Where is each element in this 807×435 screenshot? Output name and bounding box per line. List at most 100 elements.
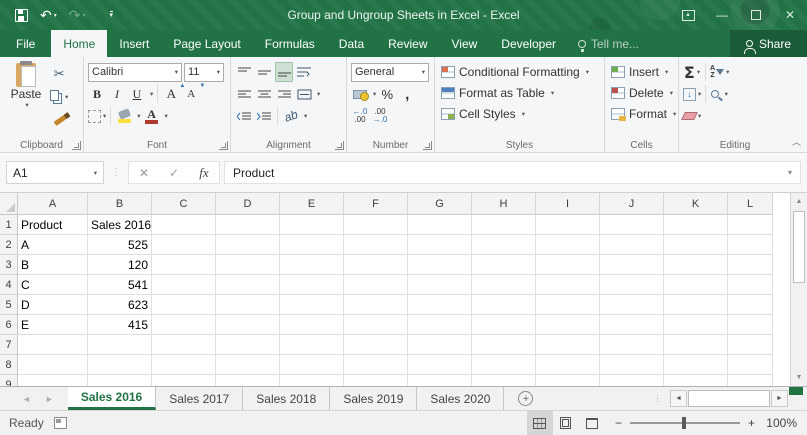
column-header-d[interactable]: D [216, 193, 280, 215]
ribbon-display-options-button[interactable]: ▴ [671, 0, 705, 30]
cell-A1[interactable]: Product [18, 215, 88, 235]
cell-I5[interactable] [536, 295, 600, 315]
cell-F8[interactable] [344, 355, 408, 375]
borders-button[interactable]: ▾ [88, 106, 106, 126]
cell-D7[interactable] [216, 335, 280, 355]
format-painter-button[interactable] [50, 110, 68, 130]
cell-styles-button[interactable]: Cell Styles▾ [439, 103, 601, 124]
cell-H7[interactable] [472, 335, 536, 355]
align-center-button[interactable] [255, 84, 273, 104]
cell-L1[interactable] [728, 215, 773, 235]
tab-view[interactable]: View [440, 30, 490, 57]
format-cells-button[interactable]: Format▾ [609, 103, 675, 124]
cell-L3[interactable] [728, 255, 773, 275]
cell-F5[interactable] [344, 295, 408, 315]
cell-L6[interactable] [728, 315, 773, 335]
comma-style-button[interactable]: , [398, 84, 416, 104]
cell-H1[interactable] [472, 215, 536, 235]
sheet-nav-right-icon[interactable]: ► [45, 394, 54, 404]
cell-F2[interactable] [344, 235, 408, 255]
sheet-tab-sales-2018[interactable]: Sales 2018 [243, 387, 330, 410]
formula-expand-icon[interactable]: ▾ [788, 168, 792, 177]
cell-I7[interactable] [536, 335, 600, 355]
cell-A4[interactable]: C [18, 275, 88, 295]
scroll-down-icon[interactable]: ▼ [791, 369, 807, 386]
font-dialog-launcher[interactable] [219, 141, 228, 150]
number-dialog-launcher[interactable] [423, 141, 432, 150]
cell-A2[interactable]: A [18, 235, 88, 255]
insert-cells-button[interactable]: Insert▾ [609, 61, 675, 82]
cell-A9[interactable] [18, 375, 88, 386]
zoom-out-button[interactable]: − [615, 416, 622, 430]
cell-H5[interactable] [472, 295, 536, 315]
cell-J1[interactable] [600, 215, 664, 235]
cell-K4[interactable] [664, 275, 728, 295]
cell-C1[interactable] [152, 215, 216, 235]
cell-C5[interactable] [152, 295, 216, 315]
sheet-nav-left-icon[interactable]: ◄ [22, 394, 31, 404]
cell-B3[interactable]: 120 [88, 255, 152, 275]
undo-caret-icon[interactable]: ▾ [54, 12, 57, 19]
tab-developer[interactable]: Developer [489, 30, 568, 57]
paste-button[interactable]: Paste ▾ [4, 61, 48, 130]
fill-color-caret-icon[interactable]: ▾ [137, 112, 140, 120]
percent-style-button[interactable]: % [378, 84, 396, 104]
cell-F6[interactable] [344, 315, 408, 335]
paste-caret-icon[interactable]: ▾ [25, 101, 28, 109]
cell-I4[interactable] [536, 275, 600, 295]
cell-G7[interactable] [408, 335, 472, 355]
cell-L5[interactable] [728, 295, 773, 315]
column-header-f[interactable]: F [344, 193, 408, 215]
cell-E9[interactable] [280, 375, 344, 386]
cell-H6[interactable] [472, 315, 536, 335]
cell-G3[interactable] [408, 255, 472, 275]
cell-F3[interactable] [344, 255, 408, 275]
clipboard-dialog-launcher[interactable] [72, 141, 81, 150]
number-format-combo[interactable]: General▾ [351, 63, 429, 82]
row-header-5[interactable]: 5 [0, 295, 18, 315]
cell-E1[interactable] [280, 215, 344, 235]
scroll-left-icon[interactable]: ◄ [670, 390, 687, 407]
tab-data[interactable]: Data [327, 30, 376, 57]
accounting-format-button[interactable] [351, 84, 369, 104]
row-header-7[interactable]: 7 [0, 335, 18, 355]
cell-G1[interactable] [408, 215, 472, 235]
cell-B7[interactable] [88, 335, 152, 355]
cell-I8[interactable] [536, 355, 600, 375]
sheet-tab-sales-2020[interactable]: Sales 2020 [417, 387, 504, 410]
cell-B8[interactable] [88, 355, 152, 375]
cell-F7[interactable] [344, 335, 408, 355]
cell-J9[interactable] [600, 375, 664, 386]
bold-button[interactable]: B [88, 84, 106, 104]
column-header-g[interactable]: G [408, 193, 472, 215]
column-header-l[interactable]: L [728, 193, 773, 215]
tab-page-layout[interactable]: Page Layout [161, 30, 252, 57]
redo-button[interactable]: ↷▾ [64, 7, 91, 24]
sheet-tab-sales-2019[interactable]: Sales 2019 [330, 387, 417, 410]
cell-E4[interactable] [280, 275, 344, 295]
cell-B6[interactable]: 415 [88, 315, 152, 335]
column-header-h[interactable]: H [472, 193, 536, 215]
cell-B2[interactable]: 525 [88, 235, 152, 255]
cell-C4[interactable] [152, 275, 216, 295]
decrease-decimal-button[interactable]: .00→.0 [371, 106, 389, 126]
cell-K3[interactable] [664, 255, 728, 275]
cell-J4[interactable] [600, 275, 664, 295]
cell-K9[interactable] [664, 375, 728, 386]
cell-K5[interactable] [664, 295, 728, 315]
cell-E2[interactable] [280, 235, 344, 255]
column-header-j[interactable]: J [600, 193, 664, 215]
cell-D8[interactable] [216, 355, 280, 375]
row-header-8[interactable]: 8 [0, 355, 18, 375]
cell-B4[interactable]: 541 [88, 275, 152, 295]
cell-A5[interactable]: D [18, 295, 88, 315]
decrease-indent-button[interactable] [235, 106, 253, 126]
accounting-caret-icon[interactable]: ▾ [373, 90, 376, 98]
cell-F9[interactable] [344, 375, 408, 386]
cell-F4[interactable] [344, 275, 408, 295]
cell-C8[interactable] [152, 355, 216, 375]
cell-J6[interactable] [600, 315, 664, 335]
tab-insert[interactable]: Insert [107, 30, 161, 57]
cell-C3[interactable] [152, 255, 216, 275]
zoom-level[interactable]: 100% [765, 416, 807, 430]
